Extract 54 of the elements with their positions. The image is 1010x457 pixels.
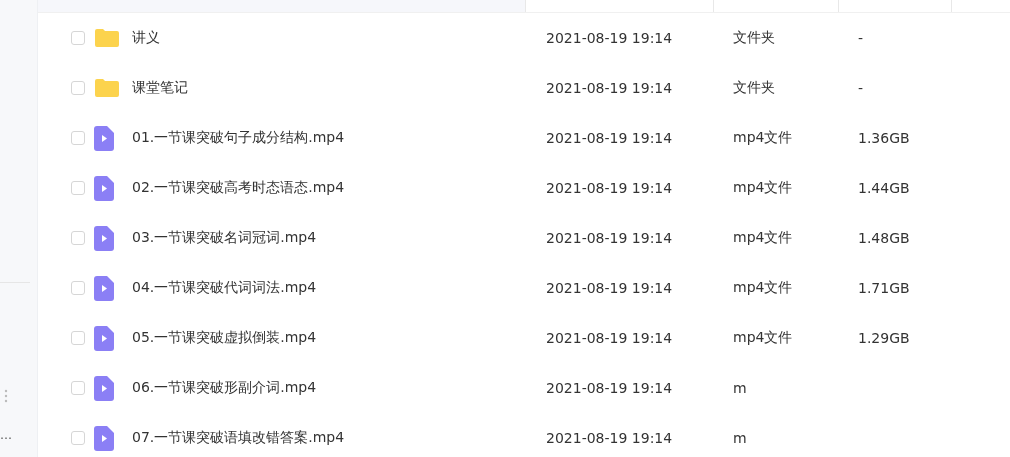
checkbox[interactable]	[71, 431, 85, 445]
file-size: 1.48GB	[858, 230, 910, 246]
checkbox[interactable]	[71, 331, 85, 345]
video-file-icon	[94, 425, 114, 451]
file-name[interactable]: 04.一节课突破代词词法.mp4	[132, 279, 317, 295]
folder-icon	[94, 78, 120, 98]
checkbox[interactable]	[71, 181, 85, 195]
folder-icon	[94, 28, 120, 48]
modified-date: 2021-08-19 19:14	[546, 380, 673, 396]
sidebar-text: …	[0, 428, 12, 442]
file-type: mp4文件	[733, 279, 793, 295]
video-file-icon	[94, 125, 114, 151]
video-file-icon	[94, 275, 114, 301]
checkbox[interactable]	[71, 231, 85, 245]
file-name[interactable]: 05.一节课突破虚拟倒装.mp4	[132, 329, 317, 345]
modified-date: 2021-08-19 19:14	[546, 80, 673, 96]
file-size: -	[858, 30, 864, 46]
video-file-icon	[94, 175, 114, 201]
file-type: 文件夹	[733, 79, 775, 95]
file-type: 文件夹	[733, 29, 775, 45]
modified-date: 2021-08-19 19:14	[546, 130, 673, 146]
checkbox[interactable]	[71, 281, 85, 295]
file-name[interactable]: 02.一节课突破高考时态语态.mp4	[132, 179, 345, 195]
modified-date: 2021-08-19 19:14	[546, 280, 673, 296]
file-type: mp4文件	[733, 179, 793, 195]
modified-date: 2021-08-19 19:14	[546, 30, 673, 46]
file-type: m	[733, 430, 747, 446]
file-type: m	[733, 380, 747, 396]
video-file-icon	[94, 375, 114, 401]
file-type: mp4文件	[733, 229, 793, 245]
modified-date: 2021-08-19 19:14	[546, 230, 673, 246]
file-name[interactable]: 01.一节课突破句子成分结构.mp4	[132, 129, 345, 145]
checkbox[interactable]	[71, 81, 85, 95]
video-file-icon	[94, 225, 114, 251]
file-type: mp4文件	[733, 329, 793, 345]
checkbox[interactable]	[71, 31, 85, 45]
file-size: 1.71GB	[858, 280, 910, 296]
video-file-icon	[94, 325, 114, 351]
file-name[interactable]: 06.一节课突破形副介词.mp4	[132, 379, 317, 395]
checkbox[interactable]	[71, 381, 85, 395]
file-name[interactable]: 课堂笔记	[132, 79, 188, 95]
file-name[interactable]: 03.一节课突破名词冠词.mp4	[132, 229, 317, 245]
file-size: 1.36GB	[858, 130, 910, 146]
modified-date: 2021-08-19 19:14	[546, 180, 673, 196]
file-type: mp4文件	[733, 129, 793, 145]
file-name[interactable]: 讲义	[132, 29, 160, 45]
checkbox[interactable]	[71, 131, 85, 145]
more-icon[interactable]	[4, 389, 8, 403]
modified-date: 2021-08-19 19:14	[546, 330, 673, 346]
modified-date: 2021-08-19 19:14	[546, 430, 673, 446]
file-size: 1.29GB	[858, 330, 910, 346]
file-size: -	[858, 80, 864, 96]
file-name[interactable]: 07.一节课突破语填改错答案.mp4	[132, 429, 345, 445]
file-size: 1.44GB	[858, 180, 910, 196]
